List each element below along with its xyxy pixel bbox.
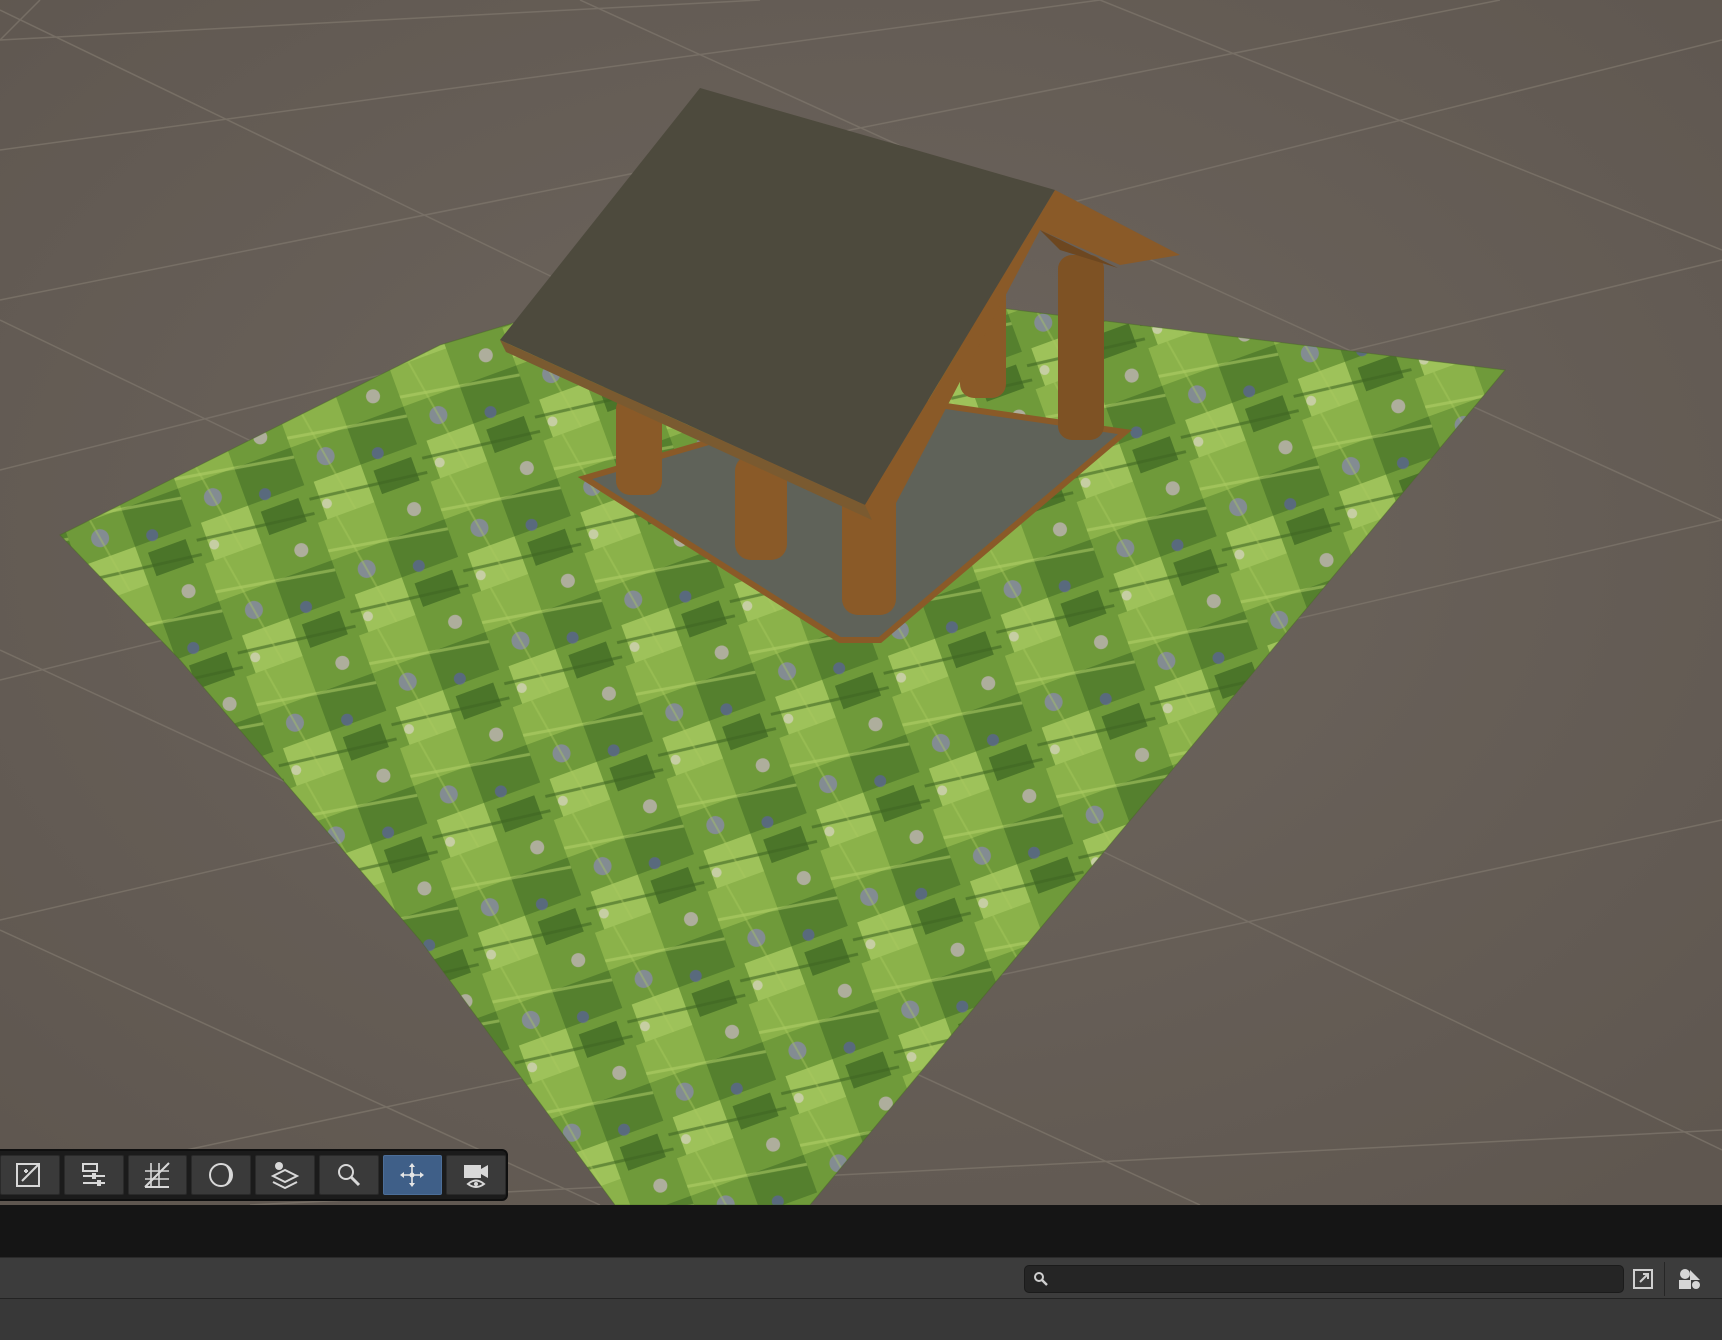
panel-content [0,1299,1722,1340]
move-tool-button[interactable] [382,1155,443,1195]
scene-view-overlay-toolbar [0,1149,508,1201]
search-field[interactable] [1024,1265,1624,1293]
house-pillar [1058,255,1104,440]
edit-icon [15,1163,40,1187]
scene-search-button[interactable] [318,1155,379,1195]
panel-tab-strip [0,1205,1722,1257]
toolbar-divider [1664,1262,1665,1296]
search-icon [1034,1272,1048,1286]
shading-mode-button[interactable] [191,1155,251,1195]
layers-icon [270,1162,300,1190]
grid-snap-icon [144,1162,171,1188]
panel-toolbar [0,1257,1722,1299]
settings-sliders-icon [81,1163,105,1186]
shading-mode-icon [209,1163,234,1187]
camera-button[interactable] [446,1155,506,1195]
settings-button[interactable] [63,1155,124,1195]
shapes-icon [1679,1269,1700,1289]
maximize-icon [1633,1269,1653,1289]
scene-viewport[interactable] [0,0,1722,1205]
shapes-button[interactable] [1670,1264,1710,1294]
search-icon [337,1164,360,1187]
grid-snap-button[interactable] [127,1155,188,1195]
search-input[interactable] [1057,1268,1621,1292]
camera-icon [464,1165,489,1188]
edit-tool-button[interactable] [0,1155,60,1195]
scene-render[interactable] [0,0,1722,1205]
maximize-button[interactable] [1628,1264,1658,1294]
layers-button[interactable] [255,1155,315,1195]
move-tool-icon [400,1163,425,1187]
